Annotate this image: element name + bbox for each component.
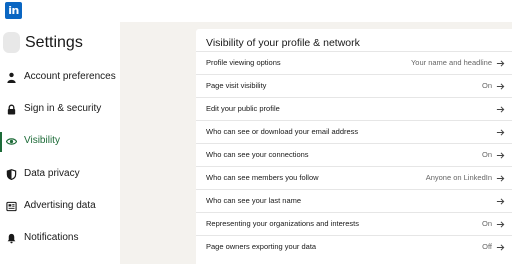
sidebar-item-label: Account preferences — [24, 71, 116, 82]
setting-value: Anyone on LinkedIn — [425, 173, 492, 182]
sidebar-item-label: Sign in & security — [24, 103, 102, 114]
eye-icon — [6, 138, 17, 145]
section-title: Visibility of your profile & network — [206, 37, 360, 49]
setting-label: Page visit visibility — [206, 81, 267, 90]
linkedin-logo[interactable]: in — [5, 2, 22, 19]
arrow-right-icon — [496, 106, 505, 113]
setting-value: On — [481, 81, 492, 90]
arrow-right-icon — [496, 83, 505, 90]
setting-label: Representing your organizations and inte… — [206, 219, 360, 228]
setting-row-members-you-follow[interactable]: Who can see members you follow Anyone on… — [196, 166, 512, 189]
setting-value: On — [481, 150, 492, 159]
active-indicator — [0, 132, 2, 152]
top-bar: in — [0, 0, 512, 22]
setting-row-page-visit-visibility[interactable]: Page visit visibility On — [196, 74, 512, 97]
shield-icon — [6, 169, 17, 180]
visibility-card: Visibility of your profile & network Pro… — [196, 29, 512, 264]
setting-row-edit-public-profile[interactable]: Edit your public profile — [196, 97, 512, 120]
lock-icon — [7, 104, 16, 115]
arrow-right-icon — [496, 152, 505, 159]
sidebar-item-label: Advertising data — [24, 200, 96, 211]
setting-label: Who can see your connections — [206, 150, 309, 159]
sidebar-item-advertising-data[interactable]: Advertising data — [0, 194, 120, 220]
setting-label: Who can see members you follow — [206, 173, 319, 182]
setting-row-profile-viewing-options[interactable]: Profile viewing options Your name and he… — [196, 51, 512, 74]
setting-row-connections-visibility[interactable]: Who can see your connections On — [196, 143, 512, 166]
setting-row-representing-organizations[interactable]: Representing your organizations and inte… — [196, 212, 512, 235]
setting-label: Page owners exporting your data — [206, 242, 317, 251]
sidebar-item-label: Notifications — [24, 232, 79, 243]
setting-label: Profile viewing options — [206, 58, 281, 67]
settings-sidebar: Settings Account preferences Sign in & s… — [0, 22, 120, 264]
sidebar-item-account-preferences[interactable]: Account preferences — [0, 65, 120, 91]
sidebar-item-label: Visibility — [24, 135, 60, 146]
arrow-right-icon — [496, 244, 505, 251]
sidebar-item-visibility[interactable]: Visibility — [0, 129, 120, 155]
setting-label: Edit your public profile — [206, 104, 280, 113]
sidebar-item-sign-in-security[interactable]: Sign in & security — [0, 97, 120, 123]
bell-icon — [7, 233, 16, 244]
arrow-right-icon — [496, 198, 505, 205]
setting-row-last-name[interactable]: Who can see your last name — [196, 189, 512, 212]
sidebar-item-label: Data privacy — [24, 168, 80, 179]
setting-row-email-visibility[interactable]: Who can see or download your email addre… — [196, 120, 512, 143]
page-title: Settings — [25, 34, 83, 51]
arrow-right-icon — [496, 221, 505, 228]
avatar[interactable] — [3, 32, 20, 53]
setting-value: Off — [482, 242, 492, 251]
arrow-right-icon — [496, 129, 505, 136]
setting-label: Who can see or download your email addre… — [206, 127, 359, 136]
person-icon — [7, 72, 16, 83]
setting-label: Who can see your last name — [206, 196, 302, 205]
newspaper-icon — [6, 201, 17, 212]
setting-value: Your name and headline — [410, 58, 492, 67]
setting-row-page-owners-exporting[interactable]: Page owners exporting your data Off — [196, 235, 512, 258]
sidebar-item-data-privacy[interactable]: Data privacy — [0, 162, 120, 188]
arrow-right-icon — [496, 175, 505, 182]
sidebar-item-notifications[interactable]: Notifications — [0, 226, 120, 252]
arrow-right-icon — [496, 60, 505, 67]
setting-value: On — [481, 219, 492, 228]
